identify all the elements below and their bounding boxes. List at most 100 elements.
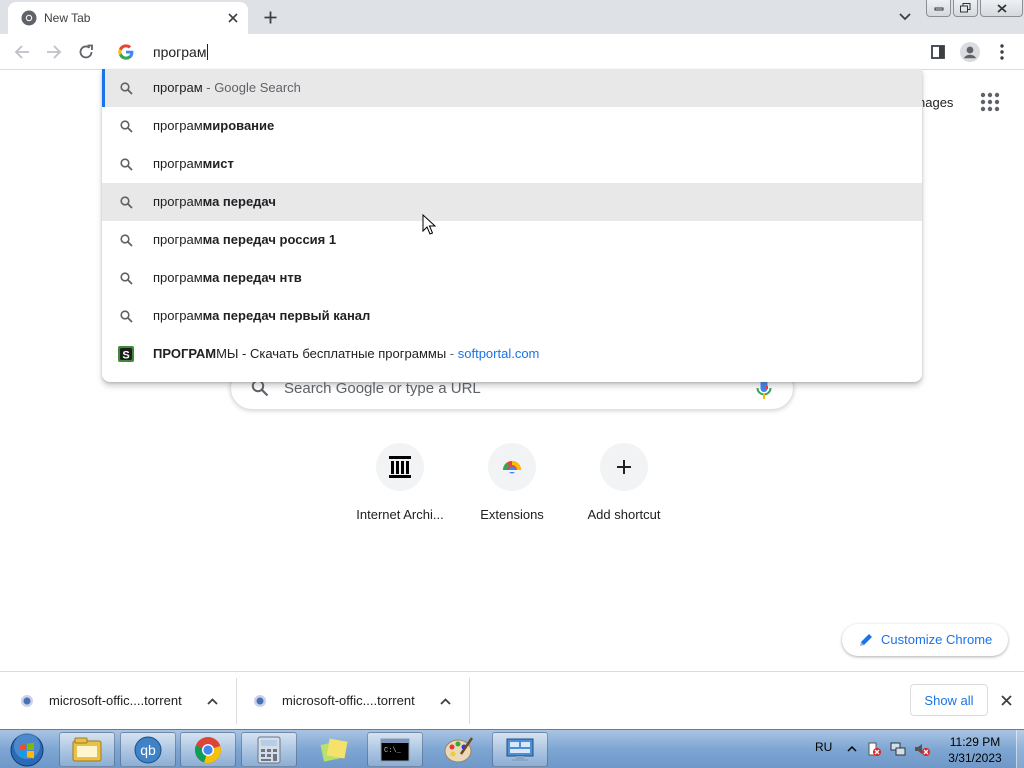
suggestion-item[interactable]: программа передач первый канал [102, 297, 922, 335]
language-indicator[interactable]: RU [815, 740, 832, 754]
action-center-icon[interactable] [866, 741, 882, 757]
plus-icon [264, 11, 276, 23]
suggestion-completion: ма передач нтв [202, 270, 302, 285]
chevron-up-icon [206, 697, 218, 705]
minimize-button[interactable] [926, 0, 951, 17]
windows-taskbar: qb C:\_ RU 11:29 PM 3/31/2023 [0, 729, 1024, 768]
suggestion-text: программист [153, 156, 234, 171]
reload-button[interactable] [75, 41, 97, 63]
close-window-button[interactable] [980, 0, 1023, 17]
reload-icon [79, 44, 93, 59]
mouse-cursor [422, 214, 436, 235]
close-tab-button[interactable] [224, 9, 242, 27]
tab-search-button[interactable] [894, 6, 916, 28]
taskbar-chrome[interactable] [180, 732, 236, 767]
svg-text:S: S [122, 350, 129, 362]
show-all-downloads-button[interactable]: Show all [910, 684, 988, 716]
chrome-icon [194, 736, 221, 763]
search-icon [118, 156, 134, 172]
cmd-icon: C:\_ [380, 738, 410, 761]
chevron-up-icon [439, 697, 451, 705]
omnibox-value: програм [153, 44, 207, 60]
images-link[interactable]: nages [918, 95, 953, 110]
customize-chrome-button[interactable]: Customize Chrome [842, 624, 1008, 656]
omnibox-suggestions: програм - Google Search программирование… [102, 69, 922, 382]
suggestion-title: МЫ - Скачать бесплатные программы [216, 346, 447, 361]
shortcut-label: Add shortcut [587, 507, 661, 522]
suggestion-separator: - [446, 346, 458, 361]
download-options-button[interactable] [204, 693, 220, 709]
suggestion-text: ПРОГРАММЫ - Скачать бесплатные программы… [153, 346, 539, 361]
new-tab-button[interactable] [258, 5, 282, 29]
suggestion-item[interactable]: программа передач нтв [102, 259, 922, 297]
taskbar-calculator[interactable] [241, 732, 297, 767]
torrent-file-icon [21, 695, 33, 707]
profile-button[interactable] [960, 42, 980, 62]
chrome-menu-button[interactable] [992, 42, 1012, 62]
suggestion-item[interactable]: програм - Google Search [102, 69, 922, 107]
show-desktop-button[interactable] [1016, 730, 1024, 768]
restore-button[interactable] [953, 0, 978, 17]
back-button[interactable] [11, 41, 33, 63]
taskbar-remote-desktop[interactable] [492, 732, 548, 767]
download-item[interactable]: microsoft-offic....torrent [233, 680, 469, 722]
omnibox-input[interactable]: програм [153, 44, 209, 60]
suggestion-item[interactable]: программирование [102, 107, 922, 145]
taskbar-paint[interactable] [431, 732, 487, 767]
window-controls [926, 0, 1023, 18]
suggestion-prefix: програм [153, 194, 203, 209]
profile-icon [960, 42, 980, 62]
suggestion-completion: мирование [202, 118, 275, 133]
softportal-icon: S [118, 346, 134, 362]
taskbar-cmd[interactable]: C:\_ [367, 732, 423, 767]
google-g-icon [118, 44, 134, 60]
system-clock[interactable]: 11:29 PM 3/31/2023 [940, 734, 1010, 766]
suggestion-prefix: програм [153, 270, 203, 285]
shortcut-internet-archive[interactable]: Internet Archi... [344, 443, 456, 533]
network-icon[interactable] [890, 741, 906, 757]
omnibox[interactable] [102, 38, 922, 66]
chrome-icon [21, 10, 37, 26]
chevron-down-icon [899, 13, 911, 21]
tab-title: New Tab [44, 11, 91, 25]
start-button[interactable] [5, 732, 49, 768]
tab-new-tab[interactable]: New Tab [8, 2, 248, 34]
search-icon [118, 80, 134, 96]
download-item[interactable]: microsoft-offic....torrent [0, 680, 236, 722]
plus-icon [617, 460, 631, 474]
suggestion-url: softportal.com [457, 346, 540, 361]
text-caret [207, 44, 209, 60]
show-hidden-icons-icon[interactable] [844, 741, 860, 757]
side-panel-icon [931, 45, 945, 59]
suggestion-item[interactable]: программист [102, 145, 922, 183]
apps-grid-icon[interactable] [980, 92, 1000, 112]
suggestion-completion: ма передач первый канал [202, 308, 371, 323]
shortcut-extensions[interactable]: Extensions [456, 443, 568, 533]
suggestion-item[interactable]: S ПРОГРАММЫ - Скачать бесплатные програм… [102, 335, 922, 373]
forward-button[interactable] [43, 41, 65, 63]
suggestion-item[interactable]: программа передач [102, 183, 922, 221]
download-options-button[interactable] [437, 693, 453, 709]
close-icon [996, 3, 1007, 13]
search-icon [118, 308, 134, 324]
search-icon [118, 232, 134, 248]
suggestion-completion: ПРОГРАМ [153, 346, 217, 361]
add-shortcut-button[interactable]: Add shortcut [568, 443, 680, 533]
side-panel-button[interactable] [928, 42, 948, 62]
suggestion-text: программа передач первый канал [153, 308, 370, 323]
volume-muted-icon[interactable] [914, 741, 930, 757]
suggestion-prefix: програм [153, 232, 203, 247]
taskbar-explorer[interactable] [59, 732, 115, 767]
shortcut-label: Internet Archi... [356, 507, 444, 522]
download-filename: microsoft-offic....torrent [282, 693, 415, 708]
search-placeholder: Search Google or type a URL [284, 380, 481, 397]
archive-icon [389, 456, 411, 478]
arrow-left-icon [14, 45, 29, 59]
close-download-shelf-button[interactable] [997, 691, 1015, 709]
taskbar-qbittorrent[interactable]: qb [120, 732, 176, 767]
taskbar-sticky-notes[interactable] [306, 732, 362, 767]
suggestion-item[interactable]: программа передач россия 1 [102, 221, 922, 259]
svg-text:qb: qb [140, 742, 156, 758]
suggestion-prefix: програм [153, 118, 203, 133]
download-filename: microsoft-offic....torrent [49, 693, 182, 708]
